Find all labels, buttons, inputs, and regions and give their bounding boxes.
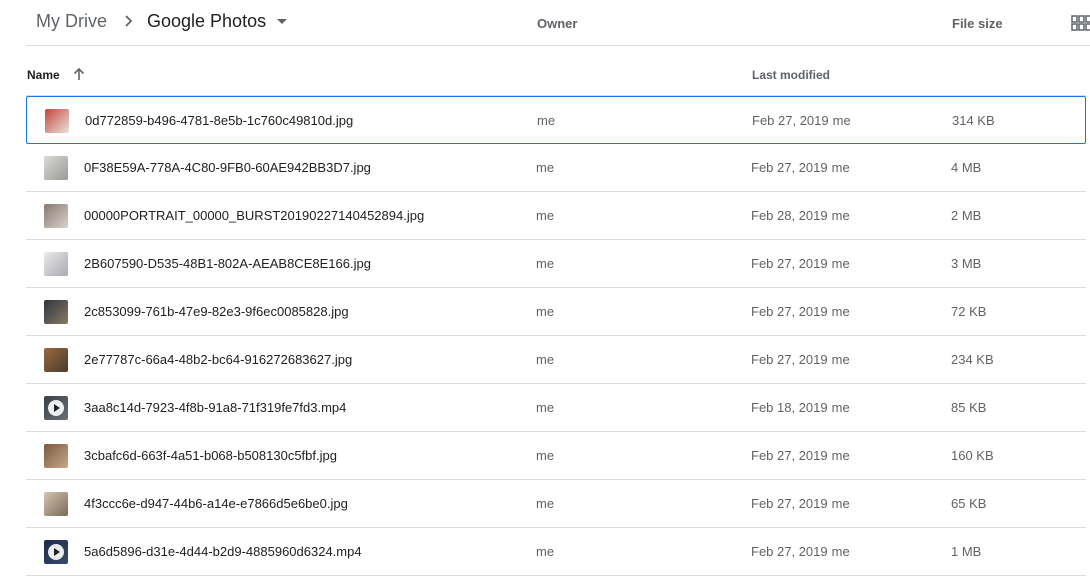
modified-date: Feb 27, 2019 [751,448,828,463]
table-row[interactable]: 2e77787c-66a4-48b2-bc64-916272683627.jpg… [26,336,1086,384]
last-modified: Feb 27, 2019 me [751,352,850,367]
video-thumbnail [44,540,68,564]
file-size: 234 KB [951,352,994,367]
last-modified: Feb 27, 2019 me [751,160,850,175]
modified-date: Feb 27, 2019 [752,113,829,128]
breadcrumb-my-drive[interactable]: My Drive [36,11,107,32]
modified-by: me [831,448,850,463]
file-name: 0d772859-b496-4781-8e5b-1c760c49810d.jpg [85,113,354,128]
file-size: 72 KB [951,304,987,319]
file-name: 2c853099-761b-47e9-82e3-9f6ec0085828.jpg [84,304,349,319]
file-owner: me [536,208,555,223]
modified-date: Feb 27, 2019 [751,304,828,319]
file-size: 2 MB [951,208,982,223]
table-row[interactable]: 2c853099-761b-47e9-82e3-9f6ec0085828.jpg… [26,288,1086,336]
modified-date: Feb 27, 2019 [751,160,828,175]
modified-by: me [831,496,850,511]
file-name: 3cbafc6d-663f-4a51-b068-b508130c5fbf.jpg [84,448,337,463]
column-header-file-size: File size [952,16,1003,31]
image-thumbnail [44,204,68,228]
chevron-right-icon [125,15,133,27]
table-row[interactable]: 2B607590-D535-48B1-802A-AEAB8CE8E166.jpg… [26,240,1086,288]
modified-by: me [831,400,850,415]
file-size: 160 KB [951,448,994,463]
video-thumbnail [44,396,68,420]
modified-date: Feb 28, 2019 [751,208,828,223]
last-modified: Feb 27, 2019 me [751,448,850,463]
table-row[interactable]: 0d772859-b496-4781-8e5b-1c760c49810d.jpg… [26,96,1086,144]
file-name: 2B607590-D535-48B1-802A-AEAB8CE8E166.jpg [84,256,371,271]
table-row[interactable]: 4f3ccc6e-d947-44b6-a14e-e7866d5e6be0.jpg… [26,480,1086,528]
modified-date: Feb 27, 2019 [751,544,828,559]
image-thumbnail [44,492,68,516]
image-thumbnail [44,444,68,468]
modified-date: Feb 18, 2019 [751,400,828,415]
table-row[interactable]: 5a6d5896-d31e-4d44-b2d9-4885960d6324.mp4… [26,528,1086,576]
file-size: 85 KB [951,400,987,415]
file-name: 2e77787c-66a4-48b2-bc64-916272683627.jpg [84,352,353,367]
file-name: 5a6d5896-d31e-4d44-b2d9-4885960d6324.mp4 [84,544,362,559]
table-row[interactable]: 3aa8c14d-7923-4f8b-91a8-71f319fe7fd3.mp4… [26,384,1086,432]
image-thumbnail [44,348,68,372]
breadcrumb-google-photos[interactable]: Google Photos [147,11,266,32]
file-size: 4 MB [951,160,982,175]
file-size: 65 KB [951,496,987,511]
file-name: 4f3ccc6e-d947-44b6-a14e-e7866d5e6be0.jpg [84,496,348,511]
arrow-up-icon[interactable] [73,67,85,81]
last-modified: Feb 28, 2019 me [751,208,850,223]
last-modified: Feb 27, 2019 me [751,304,850,319]
file-owner: me [536,400,555,415]
modified-by: me [831,352,850,367]
caret-down-icon[interactable] [277,19,287,24]
file-owner: me [536,496,555,511]
modified-by: me [832,113,851,128]
last-modified: Feb 27, 2019 me [752,113,851,128]
file-name: 0F38E59A-778A-4C80-9FB0-60AE942BB3D7.jpg [84,160,371,175]
modified-by: me [831,208,850,223]
last-modified: Feb 18, 2019 me [751,400,850,415]
file-owner: me [536,448,555,463]
file-size: 3 MB [951,256,982,271]
table-row[interactable]: 0F38E59A-778A-4C80-9FB0-60AE942BB3D7.jpg… [26,144,1086,192]
column-header-name[interactable]: Name [27,68,60,82]
modified-date: Feb 27, 2019 [751,496,828,511]
grid-view-icon[interactable] [1071,15,1090,31]
table-row[interactable]: 3cbafc6d-663f-4a51-b068-b508130c5fbf.jpg… [26,432,1086,480]
file-name: 00000PORTRAIT_00000_BURST201902271404528… [84,208,425,223]
modified-date: Feb 27, 2019 [751,256,828,271]
last-modified: Feb 27, 2019 me [751,544,850,559]
image-thumbnail [44,252,68,276]
file-owner: me [536,544,555,559]
file-owner: me [537,113,556,128]
file-owner: me [536,304,555,319]
image-thumbnail [44,300,68,324]
file-size: 1 MB [951,544,982,559]
image-thumbnail [45,109,69,133]
modified-by: me [831,544,850,559]
modified-date: Feb 27, 2019 [751,352,828,367]
image-thumbnail [44,156,68,180]
file-owner: me [536,256,555,271]
file-owner: me [536,160,555,175]
modified-by: me [831,160,850,175]
table-row[interactable]: 00000PORTRAIT_00000_BURST201902271404528… [26,192,1086,240]
modified-by: me [831,256,850,271]
modified-by: me [831,304,850,319]
column-header-last-modified[interactable]: Last modified [752,68,830,82]
file-owner: me [536,352,555,367]
file-name: 3aa8c14d-7923-4f8b-91a8-71f319fe7fd3.mp4 [84,400,347,415]
column-header-owner: Owner [537,16,578,31]
last-modified: Feb 27, 2019 me [751,496,850,511]
file-size: 314 KB [952,113,995,128]
last-modified: Feb 27, 2019 me [751,256,850,271]
